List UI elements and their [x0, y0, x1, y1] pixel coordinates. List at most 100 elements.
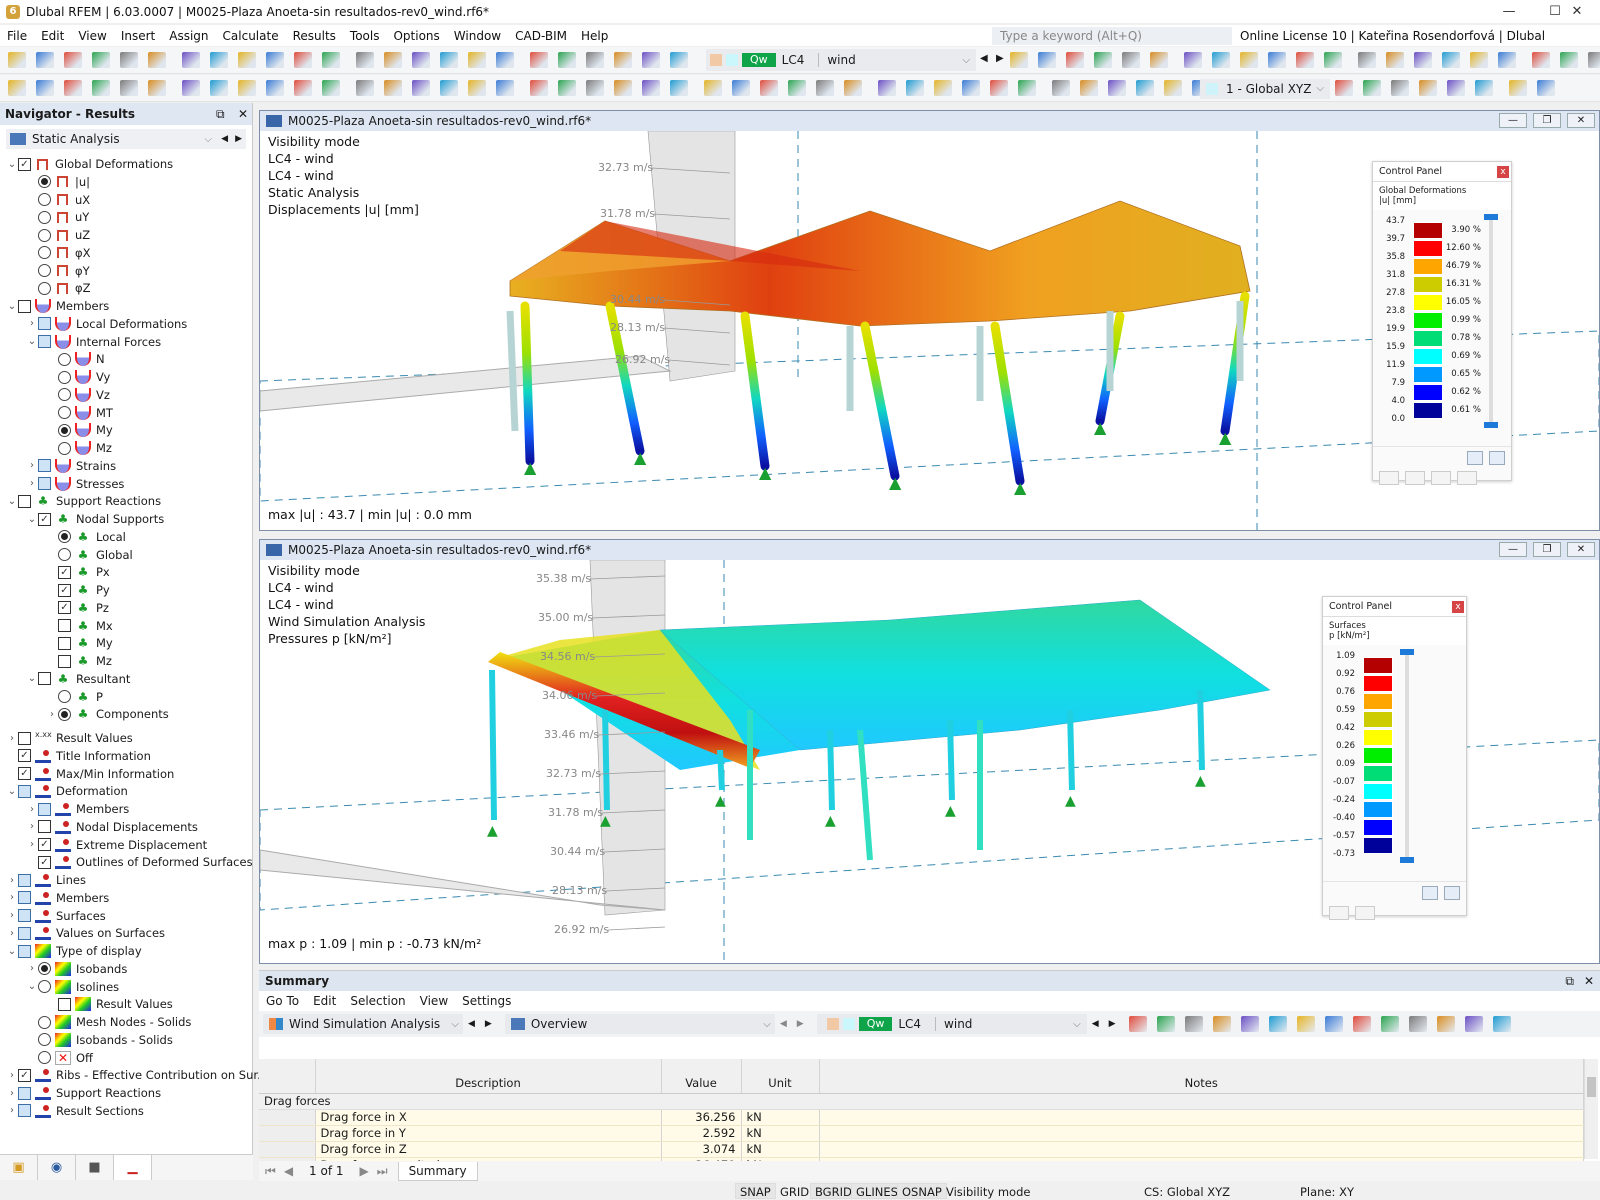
toolbar-tool-icon[interactable] — [1018, 80, 1036, 96]
toolbar-tool-icon[interactable] — [468, 52, 486, 68]
toolbar-tool-icon[interactable] — [1038, 52, 1056, 68]
toolbar-tool-icon[interactable] — [1324, 52, 1342, 68]
control-panel-tab[interactable] — [1405, 471, 1425, 485]
summary-tool-icon[interactable] — [1184, 1016, 1203, 1032]
toolbar-tool-icon[interactable] — [266, 52, 284, 68]
vertical-scrollbar[interactable] — [1584, 1059, 1598, 1159]
radio-button[interactable] — [38, 193, 51, 206]
tree-item[interactable]: › Stresses — [26, 475, 124, 493]
previous-button[interactable]: ◀ — [468, 1019, 475, 1029]
toolbar-tool-icon[interactable] — [64, 52, 82, 68]
summary-tool-icon[interactable] — [1352, 1016, 1371, 1032]
view-restore-button[interactable]: ❐ — [1533, 113, 1561, 128]
radio-button[interactable] — [58, 707, 71, 721]
toolbar-tool-icon[interactable] — [558, 52, 576, 68]
tree-item[interactable]: MT — [46, 404, 113, 422]
analysis-selector[interactable]: Wind Simulation Analysis ⌵ — [263, 1014, 463, 1034]
toolbar-tool-icon[interactable] — [412, 52, 430, 68]
summary-tool-icon[interactable] — [1492, 1016, 1511, 1032]
column-header-description[interactable]: Description — [315, 1059, 662, 1094]
control-panel-option-button[interactable] — [1422, 886, 1438, 900]
expand-chevron-icon[interactable]: › — [6, 733, 18, 744]
tree-item[interactable]: φZ — [26, 279, 90, 297]
summary-tool-icon[interactable] — [1240, 1016, 1259, 1032]
slider-min-handle[interactable] — [1400, 857, 1414, 863]
radio-button[interactable] — [38, 246, 51, 260]
previous-analysis-button[interactable]: ◀ — [221, 134, 228, 144]
toolbar-tool-icon[interactable] — [1094, 52, 1112, 68]
toolbar-tool-icon[interactable] — [440, 80, 458, 96]
checkbox[interactable] — [18, 891, 31, 905]
menu-view[interactable]: View — [71, 29, 113, 43]
toolbar-tool-icon[interactable] — [1498, 52, 1516, 68]
toolbar-tool-icon[interactable] — [468, 80, 486, 96]
checkbox[interactable] — [18, 731, 31, 745]
expand-chevron-icon[interactable]: › — [26, 839, 38, 850]
previous-table-button[interactable]: ◀ — [780, 1019, 787, 1029]
toolbar-tool-icon[interactable] — [412, 80, 430, 96]
checkbox[interactable]: ✓ — [38, 512, 51, 526]
control-panel-option-button[interactable] — [1489, 451, 1505, 465]
visibility-mode-status[interactable]: Visibility mode — [941, 1183, 1035, 1199]
tree-item[interactable]: ⌄ Deformation — [6, 782, 128, 800]
data-tab[interactable]: ▣ — [0, 1155, 38, 1180]
tree-item[interactable]: › ✓ Ribs - Effective Contribution on Sur..… — [6, 1066, 268, 1084]
first-page-button[interactable]: ⏮ — [265, 1164, 276, 1179]
close-button[interactable]: ✕ — [1554, 0, 1600, 23]
glines-toggle[interactable]: GLINES — [851, 1183, 903, 1199]
toolbar-tool-icon[interactable] — [558, 80, 576, 96]
radio-button[interactable] — [58, 388, 71, 402]
toolbar-tool-icon[interactable] — [1537, 80, 1555, 96]
menu-edit[interactable]: Edit — [34, 29, 71, 43]
tree-item[interactable]: › x.xx Result Values — [6, 729, 133, 747]
tree-item[interactable]: ✓ ♣ Py — [46, 581, 110, 599]
toolbar-tool-icon[interactable] — [1052, 80, 1070, 96]
results-tab[interactable]: ▁ — [114, 1155, 152, 1180]
previous-load-case-button[interactable]: ◀ — [1092, 1019, 1099, 1029]
toolbar-tool-icon[interactable] — [586, 80, 604, 96]
tree-item[interactable]: › Lines — [6, 871, 86, 889]
toolbar-tool-icon[interactable] — [210, 80, 228, 96]
tree-item[interactable]: ⌄ Members — [6, 297, 109, 315]
tree-item[interactable]: φY — [26, 262, 90, 280]
view-minimize-button[interactable]: — — [1499, 542, 1527, 557]
summary-menu-goto[interactable]: Go To — [259, 994, 306, 1008]
menu-assign[interactable]: Assign — [162, 29, 215, 43]
tree-item[interactable]: ⌄ Isolines — [26, 978, 119, 996]
tree-item[interactable]: uX — [26, 191, 90, 209]
tree-item[interactable]: uY — [26, 208, 89, 226]
toolbar-tool-icon[interactable] — [1588, 52, 1600, 68]
next-analysis-button[interactable]: ▶ — [235, 134, 242, 144]
view-close-button[interactable]: ✕ — [1567, 113, 1595, 128]
snap-toggle[interactable]: SNAP — [735, 1183, 776, 1199]
control-panel-tab[interactable] — [1431, 471, 1451, 485]
menu-tools[interactable]: Tools — [343, 29, 387, 43]
menu-results[interactable]: Results — [286, 29, 343, 43]
legend-range-slider[interactable] — [1484, 214, 1498, 428]
toolbar-tool-icon[interactable] — [1509, 80, 1527, 96]
display-tab[interactable]: ◉ — [38, 1155, 76, 1180]
expand-chevron-icon[interactable]: › — [26, 478, 38, 489]
expand-chevron-icon[interactable]: › — [26, 804, 38, 815]
tree-item[interactable]: ♣ P — [46, 688, 103, 706]
close-icon[interactable]: x — [1452, 601, 1464, 613]
expand-chevron-icon[interactable]: › — [6, 1070, 18, 1081]
radio-button[interactable] — [38, 175, 51, 189]
toolbar-tool-icon[interactable] — [210, 52, 228, 68]
toolbar-tool-icon[interactable] — [1296, 52, 1314, 68]
slider-max-handle[interactable] — [1400, 649, 1414, 655]
toolbar-tool-icon[interactable] — [1363, 80, 1381, 96]
tree-item[interactable]: Mz — [46, 439, 112, 457]
checkbox[interactable] — [18, 299, 31, 313]
radio-button[interactable] — [58, 406, 71, 419]
tree-item[interactable]: N — [46, 350, 105, 368]
summary-tool-icon[interactable] — [1212, 1016, 1231, 1032]
view-close-button[interactable]: ✕ — [1567, 542, 1595, 557]
expand-chevron-icon[interactable]: › — [26, 318, 38, 329]
toolbar-tool-icon[interactable] — [788, 80, 806, 96]
expand-chevron-icon[interactable]: › — [6, 910, 18, 921]
toolbar-tool-icon[interactable] — [8, 52, 26, 68]
toolbar-tool-icon[interactable] — [356, 80, 374, 96]
checkbox[interactable] — [58, 619, 71, 632]
toolbar-tool-icon[interactable] — [816, 80, 834, 96]
